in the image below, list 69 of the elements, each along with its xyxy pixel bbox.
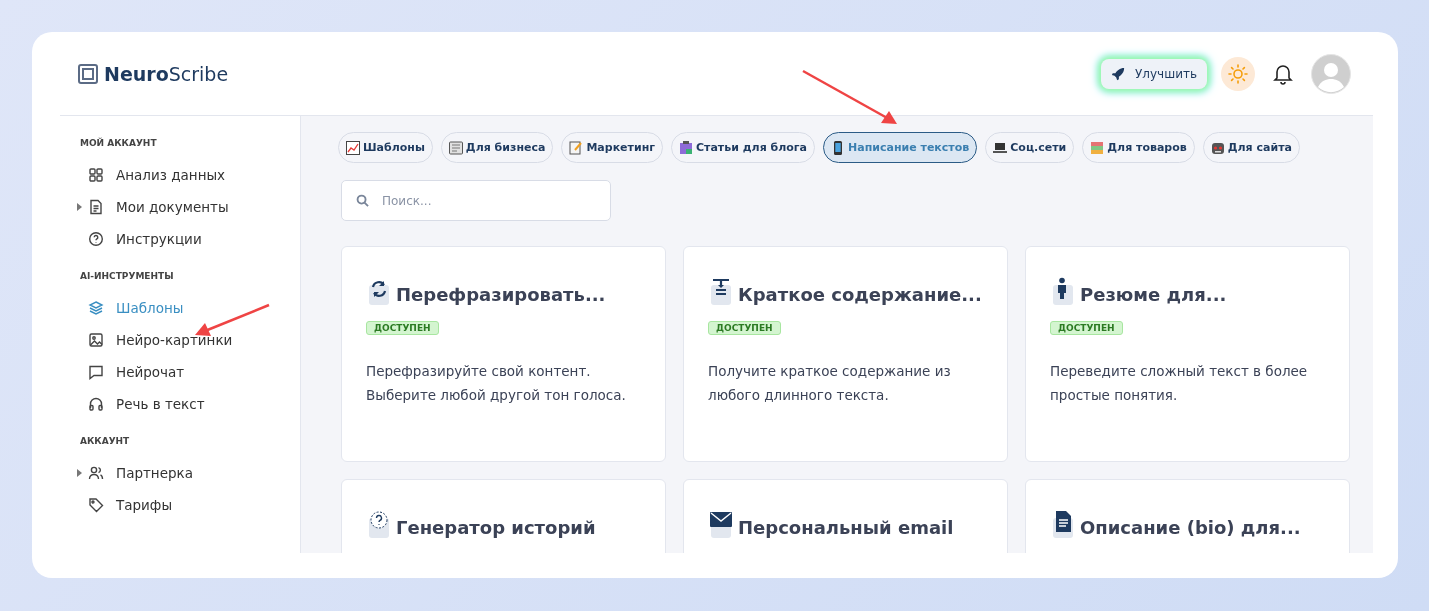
template-title: Генератор историй: [396, 517, 596, 540]
caret-icon[interactable]: [77, 203, 82, 211]
template-description: Перефразируйте свой контент. Выберите любой другой тон голоса.: [366, 362, 627, 405]
headphones-icon: [88, 396, 104, 412]
laptop-icon: [993, 140, 1008, 155]
logo-icon: [78, 63, 98, 84]
template-title: Описание (bio) для...: [1080, 517, 1301, 540]
category-chip[interactable]: Статьи для блога: [671, 132, 816, 163]
sun-icon: [1228, 63, 1248, 84]
chat-icon: [88, 364, 104, 380]
status-badge: ДОСТУПЕН: [366, 321, 439, 335]
robot-icon: [1210, 140, 1225, 155]
sidebar-item[interactable]: Шаблоны: [80, 292, 184, 324]
template-description: Получите краткое содержание из любого длинного текста.: [708, 362, 952, 405]
sidebar-item[interactable]: Инструкции: [80, 223, 202, 255]
category-chip[interactable]: Для бизнеса: [440, 132, 554, 163]
status-badge: ДОСТУПЕН: [708, 321, 781, 335]
template-title: Персональный email: [738, 517, 954, 540]
sidebar-item[interactable]: Речь в текст: [80, 388, 205, 420]
template-card[interactable]: Описание (bio) для...: [1025, 479, 1350, 553]
category-chip[interactable]: Для товаров: [1082, 132, 1195, 163]
users-icon: [88, 465, 104, 481]
theme-toggle[interactable]: [1221, 56, 1255, 91]
grid-icon: [88, 167, 104, 183]
sidebar-item[interactable]: Анализ данных: [80, 159, 226, 191]
template-title: Резюме для...: [1080, 284, 1227, 307]
template-card[interactable]: Персональный email: [683, 479, 1008, 553]
compress-icon: [708, 277, 734, 307]
status-badge: ДОСТУПЕН: [1050, 321, 1123, 335]
tag-icon: [88, 497, 104, 513]
category-chip[interactable]: Для сайта: [1202, 132, 1300, 163]
template-card[interactable]: Генератор историй: [341, 479, 666, 553]
chart-icon: [346, 140, 360, 155]
sidebar-item[interactable]: Партнерка: [80, 457, 193, 489]
sidebar-item[interactable]: Нейрочат: [80, 356, 185, 388]
books-icon: [1090, 140, 1105, 155]
logo-text[interactable]: NeuroScribe: [104, 62, 229, 85]
template-title: Краткое содержание...: [738, 284, 982, 307]
person-icon: [1050, 277, 1076, 307]
file-icon: [1050, 510, 1076, 540]
sidebar-item[interactable]: Мои документы: [80, 191, 229, 223]
clipboard-icon: [679, 140, 693, 155]
category-chip[interactable]: Маркетинг: [561, 132, 663, 163]
template-description: Переведите сложный текст в более простые понятия.: [1050, 362, 1309, 405]
section-heading: АККАУНТ: [80, 436, 131, 446]
memo-icon: [569, 140, 584, 155]
category-chip[interactable]: Соц.сети: [985, 132, 1075, 163]
template-card[interactable]: Резюме для... ДОСТУПЕН Переведите сложный текст в более простые понятия.: [1025, 246, 1350, 462]
sidebar-item[interactable]: Тарифы: [80, 489, 173, 521]
template-card[interactable]: Перефразировать... ДОСТУПЕН Перефразируйте свой контент. Выберите любой другой тон голоса.: [341, 246, 666, 462]
envelope-icon: [708, 510, 734, 540]
caret-icon[interactable]: [77, 469, 82, 477]
search-icon: [356, 194, 369, 207]
bell-icon[interactable]: [1273, 62, 1293, 85]
section-heading: МОЙ АККАУНТ: [80, 138, 158, 148]
section-heading: AI-ИНСТРУМЕНТЫ: [80, 271, 175, 281]
document-icon: [88, 199, 104, 215]
image-icon: [88, 332, 104, 348]
question-icon: [366, 510, 392, 540]
template-title: Перефразировать...: [396, 284, 606, 307]
search-field[interactable]: Поиск...: [341, 180, 611, 221]
template-card[interactable]: Краткое содержание... ДОСТУПЕН Получите краткое содержание из любого длинного текста.: [683, 246, 1008, 462]
help-icon: [88, 231, 104, 247]
newspaper-icon: [448, 140, 463, 155]
category-chip[interactable]: Шаблоны: [338, 132, 433, 163]
upgrade-button[interactable]: Улучшить: [1101, 58, 1207, 89]
sidebar-item[interactable]: Нейро-картинки: [80, 324, 233, 356]
layers-icon: [88, 300, 104, 316]
rocket-icon: [1111, 66, 1125, 81]
